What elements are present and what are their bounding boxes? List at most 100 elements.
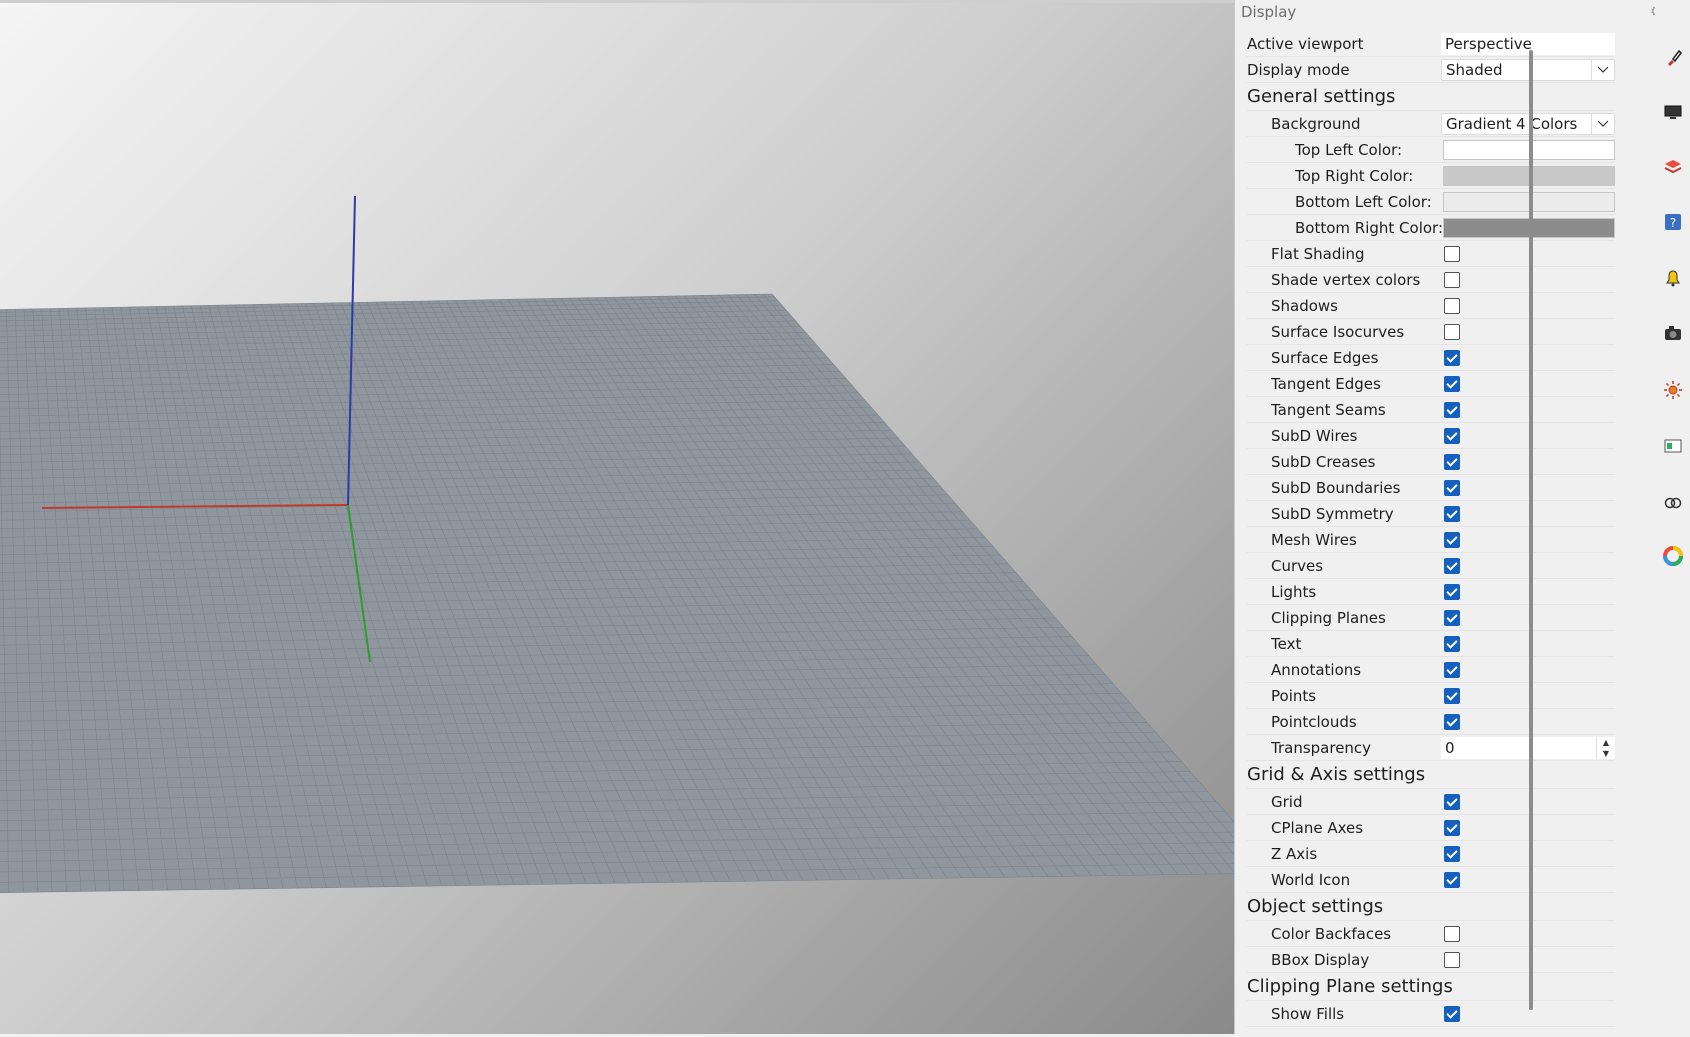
transparency-stepper[interactable]: 0 ▲ ▼ [1441,737,1615,759]
subd-wires-row: SubD Wires [1247,423,1615,449]
shadows-label: Shadows [1271,296,1339,315]
surface-edges-checkbox[interactable] [1444,350,1460,366]
cplane-axes-checkbox[interactable] [1444,820,1460,836]
rendering-icon[interactable] [1663,436,1683,456]
z-axis-row: Z Axis [1247,841,1615,867]
grid-checkbox[interactable] [1444,794,1460,810]
mesh-wires-checkbox[interactable] [1444,532,1460,548]
chevron-down-icon[interactable] [1591,114,1614,134]
points-label: Points [1271,686,1317,705]
flat-shading-label: Flat Shading [1271,244,1365,263]
stepper-arrows-icon[interactable]: ▲ ▼ [1596,737,1615,759]
subd-wires-checkbox[interactable] [1444,428,1460,444]
show-fills-row: Show Fills [1247,1001,1615,1027]
properties-list: Active viewport Perspective Display mode… [1247,31,1615,1027]
tangent-edges-checkbox[interactable] [1444,376,1460,392]
shade-vertex-colors-checkbox[interactable] [1444,272,1460,288]
color-backfaces-checkbox[interactable] [1444,926,1460,942]
help-icon[interactable]: ? [1663,212,1683,232]
notification-icon[interactable] [1663,268,1683,288]
background-value: Gradient 4 Colors [1446,115,1578,133]
lights-label: Lights [1271,582,1317,601]
subd-boundaries-row: SubD Boundaries [1247,475,1615,501]
flat-shading-checkbox[interactable] [1444,246,1460,262]
display-mode-select[interactable]: Shaded [1441,59,1615,81]
text-label: Text [1271,634,1302,653]
bbox-display-label: BBox Display [1271,950,1370,969]
points-checkbox[interactable] [1444,688,1460,704]
clipping-planes-checkbox[interactable] [1444,610,1460,626]
subd-creases-label: SubD Creases [1271,452,1376,471]
surface-isocurves-checkbox[interactable] [1444,324,1460,340]
surface-edges-row: Surface Edges [1247,345,1615,371]
bbox-display-row: BBox Display [1247,947,1615,973]
grid-axis-settings-header[interactable]: Grid & Axis settings [1247,761,1615,789]
background-label: Background [1271,114,1361,133]
viewport-canvas[interactable] [0,3,1234,1037]
background-colors: Top Left Color: Top Right Color: Bottom … [1247,137,1615,241]
paint-brush-icon[interactable] [1663,47,1683,67]
object-toggles: Color Backfaces BBox Display [1247,921,1615,973]
top-left-color-label: Top Left Color: [1295,140,1403,159]
tangent-seams-label: Tangent Seams [1271,400,1386,419]
grid-toggles: Grid CPlane Axes Z Axis World Icon [1247,789,1615,893]
bottom-left-color-label: Bottom Left Color: [1295,192,1432,211]
points-row: Points [1247,683,1615,709]
background-select[interactable]: Gradient 4 Colors [1441,113,1615,135]
text-checkbox[interactable] [1444,636,1460,652]
pointclouds-label: Pointclouds [1271,712,1357,731]
subd-symmetry-checkbox[interactable] [1444,506,1460,522]
grid-row: Grid [1247,789,1615,815]
tangent-seams-checkbox[interactable] [1444,402,1460,418]
flat-shading-row: Flat Shading [1247,241,1615,267]
clipping-planes-row: Clipping Planes [1247,605,1615,631]
general-toggles: Flat Shading Shade vertex colors Shadows… [1247,241,1615,735]
shadows-checkbox[interactable] [1444,298,1460,314]
bbox-display-checkbox[interactable] [1444,952,1460,968]
panel-scrollbar[interactable] [1529,50,1533,1010]
materials-icon[interactable] [1663,492,1683,512]
lights-checkbox[interactable] [1444,584,1460,600]
subd-symmetry-label: SubD Symmetry [1271,504,1394,523]
shadows-row: Shadows [1247,293,1615,319]
subd-creases-row: SubD Creases [1247,449,1615,475]
display-panel: Display ⚙ Active viewport Perspective Di… [1234,0,1663,1034]
z-axis-checkbox[interactable] [1444,846,1460,862]
top-left-color-row: Top Left Color: [1247,137,1615,163]
subd-boundaries-label: SubD Boundaries [1271,478,1401,497]
pointclouds-checkbox[interactable] [1444,714,1460,730]
camera-icon[interactable] [1663,323,1683,343]
shade-vertex-colors-label: Shade vertex colors [1271,270,1421,289]
subd-boundaries-checkbox[interactable] [1444,480,1460,496]
world-icon-label: World Icon [1271,870,1351,889]
tangent-seams-row: Tangent Seams [1247,397,1615,423]
color-backfaces-label: Color Backfaces [1271,924,1392,943]
surface-edges-label: Surface Edges [1271,348,1379,367]
layer-icon[interactable] [1663,157,1683,177]
curves-checkbox[interactable] [1444,558,1460,574]
object-settings-header[interactable]: Object settings [1247,893,1615,921]
display-mode-label: Display mode [1247,60,1350,79]
general-settings-header[interactable]: General settings [1247,83,1615,111]
display-icon[interactable] [1663,102,1683,122]
pointclouds-row: Pointclouds [1247,709,1615,735]
display-mode-value: Shaded [1446,61,1503,79]
subd-creases-checkbox[interactable] [1444,454,1460,470]
transparency-value: 0 [1445,739,1455,757]
show-fills-checkbox[interactable] [1444,1006,1460,1022]
mesh-wires-label: Mesh Wires [1271,530,1357,549]
lights-row: Lights [1247,579,1615,605]
annotations-checkbox[interactable] [1444,662,1460,678]
color-wheel-icon[interactable] [1663,546,1683,566]
tangent-edges-row: Tangent Edges [1247,371,1615,397]
cplane-axes-label: CPlane Axes [1271,818,1364,837]
color-backfaces-row: Color Backfaces [1247,921,1615,947]
transparency-row: Transparency 0 ▲ ▼ [1247,735,1615,761]
clipping-plane-settings-header[interactable]: Clipping Plane settings [1247,973,1615,1001]
active-viewport-field[interactable]: Perspective [1441,33,1615,55]
perspective-viewport[interactable] [0,0,1234,1034]
sun-icon[interactable] [1663,380,1683,400]
chevron-down-icon[interactable] [1591,60,1614,80]
active-viewport-row: Active viewport Perspective [1247,31,1615,57]
world-icon-checkbox[interactable] [1444,872,1460,888]
